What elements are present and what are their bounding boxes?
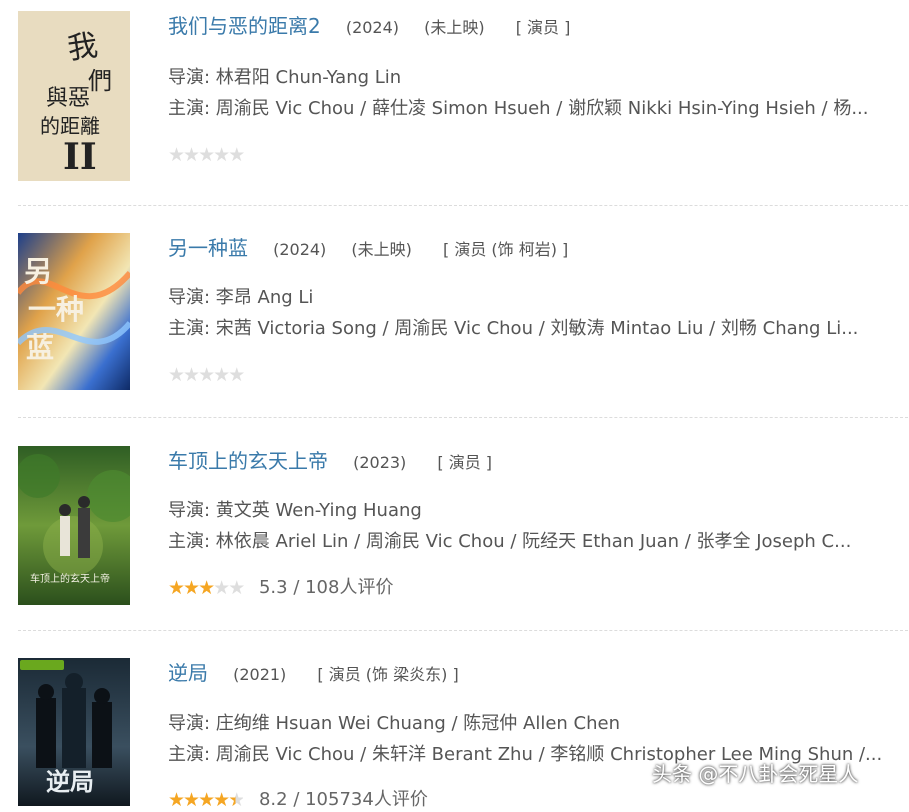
movie-year: (2023): [353, 453, 407, 472]
svg-text:一种: 一种: [28, 293, 84, 326]
movie-poster-1[interactable]: 我 們 與惡 的距離 II: [18, 11, 130, 181]
poster-image-3: 车顶上的玄天上帝: [18, 446, 130, 605]
star-icon: ★: [213, 144, 230, 166]
star-icon: ★: [228, 789, 245, 811]
svg-text:车顶上的玄天上帝: 车顶上的玄天上帝: [30, 572, 110, 585]
movie-role: [ 演员 (饰 梁炎东) ]: [317, 665, 459, 684]
movie-title[interactable]: 车顶上的玄天上帝: [168, 449, 328, 473]
svg-text:逆局: 逆局: [46, 768, 94, 796]
movie-status: (未上映): [351, 240, 412, 259]
svg-text:與惡: 與惡: [46, 86, 90, 111]
rating-text: 5.3 / 108人评价: [258, 577, 394, 598]
watermark-text: 头条 @不八卦会死星人: [652, 762, 859, 786]
movie-cast: 主演: 周渝民 Vic Chou / 薛仕凌 Simon Hsueh / 谢欣颖…: [168, 98, 869, 119]
movie-rating: ★★★★★: [168, 363, 253, 387]
movie-year: (2024): [273, 240, 327, 259]
movie-title[interactable]: 另一种蓝: [168, 236, 248, 260]
movie-director: 导演: 林君阳 Chun-Yang Lin: [168, 67, 402, 88]
star-icon: ★: [198, 789, 215, 811]
svg-text:的距離: 的距離: [40, 114, 100, 138]
star-icon: ★: [213, 577, 230, 599]
movie-rating: ★★★★★: [168, 143, 253, 167]
star-icon: ★: [228, 364, 245, 386]
star-icon: ★: [183, 364, 200, 386]
star-icon: ★: [168, 789, 185, 811]
star-icon: ★: [183, 789, 200, 811]
rating-stars: ★★★★★: [168, 363, 245, 387]
svg-text:另: 另: [24, 255, 52, 288]
svg-text:II: II: [63, 136, 97, 178]
rating-stars: ★★★★★: [168, 788, 245, 812]
divider: [18, 417, 908, 418]
star-icon: ★: [228, 577, 245, 599]
movie-rating: ★★★★★ 8.2 / 105734人评价: [168, 788, 428, 812]
star-icon: ★: [228, 144, 245, 166]
star-icon: ★: [168, 577, 185, 599]
rating-text: 8.2 / 105734人评价: [258, 789, 428, 810]
divider: [18, 630, 908, 631]
star-icon: ★: [213, 364, 230, 386]
svg-text:我: 我: [65, 28, 100, 67]
star-icon: ★: [198, 144, 215, 166]
star-icon: ★: [183, 577, 200, 599]
poster-image-1: 我 們 與惡 的距離 II: [18, 11, 130, 181]
star-icon: ★: [198, 364, 215, 386]
movie-poster-2[interactable]: 另 一种 蓝: [18, 233, 130, 390]
svg-text:蓝: 蓝: [26, 331, 54, 364]
star-icon: ★: [183, 144, 200, 166]
star-icon: ★: [198, 577, 215, 599]
poster-image-2: 另 一种 蓝: [18, 233, 130, 390]
movie-role: [ 演员 ]: [437, 453, 493, 472]
movie-director: 导演: 李昂 Ang Li: [168, 287, 314, 308]
poster-image-4: 逆局: [18, 658, 130, 806]
rating-stars: ★★★★★: [168, 576, 245, 600]
movie-role: [ 演员 (饰 柯岩) ]: [442, 240, 569, 259]
movie-director: 导演: 庄绚维 Hsuan Wei Chuang / 陈冠仲 Allen Che…: [168, 713, 620, 734]
divider: [18, 205, 908, 206]
movie-year: (2021): [233, 665, 287, 684]
movie-poster-4[interactable]: 逆局: [18, 658, 130, 806]
star-icon: ★: [213, 789, 230, 811]
movie-role: [ 演员 ]: [515, 18, 571, 37]
movie-rating: ★★★★★ 5.3 / 108人评价: [168, 576, 393, 600]
star-icon: ★: [168, 144, 185, 166]
movie-cast: 主演: 林依晨 Ariel Lin / 周渝民 Vic Chou / 阮经天 E…: [168, 531, 852, 552]
movie-year: (2024): [345, 18, 400, 37]
movie-title[interactable]: 逆局: [168, 661, 208, 685]
movie-status: (未上映): [424, 18, 485, 37]
movie-title[interactable]: 我们与恶的距离2: [168, 14, 321, 38]
movie-cast: 主演: 宋茜 Victoria Song / 周渝民 Vic Chou / 刘敏…: [168, 318, 859, 339]
svg-text:們: 們: [88, 67, 112, 95]
movie-director: 导演: 黄文英 Wen-Ying Huang: [168, 500, 422, 521]
star-icon: ★: [168, 364, 185, 386]
movie-poster-3[interactable]: 车顶上的玄天上帝: [18, 446, 130, 605]
rating-stars: ★★★★★: [168, 143, 245, 167]
